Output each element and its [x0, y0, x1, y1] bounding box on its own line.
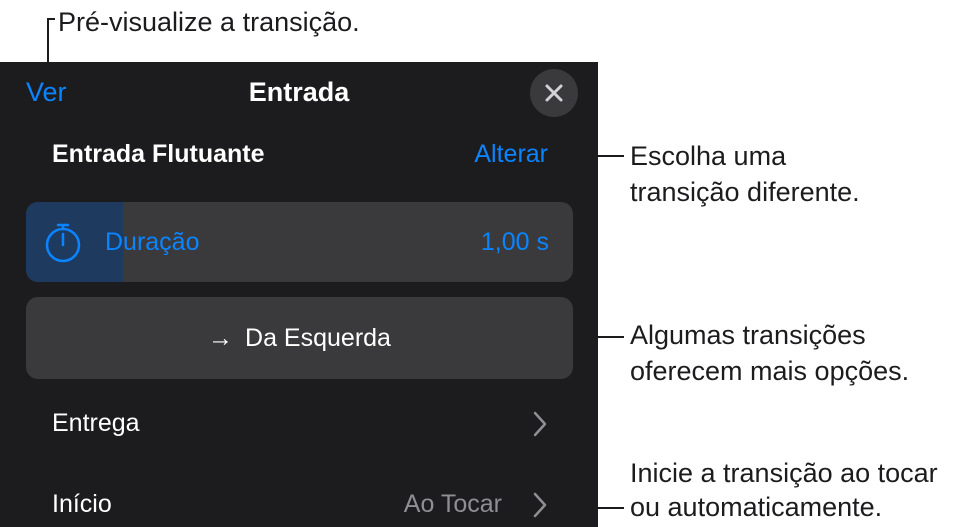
chevron-right-icon: [533, 411, 547, 437]
start-row[interactable]: Início Ao Tocar: [0, 475, 598, 527]
chevron-right-icon: [533, 492, 547, 518]
callout-start-line2: ou automaticamente.: [630, 492, 883, 522]
effect-name: Entrada Flutuante: [52, 140, 265, 168]
callout-preview: Pré-visualize a transição.: [58, 7, 360, 37]
change-button[interactable]: Alterar: [474, 140, 548, 169]
callout-change-line1: Escolha uma: [630, 141, 787, 171]
delivery-row[interactable]: Entrega: [0, 394, 598, 454]
callout-preview-tick: [47, 18, 55, 20]
direction-button[interactable]: → Da Esquerda: [26, 297, 573, 379]
direction-label: Da Esquerda: [245, 323, 391, 352]
callout-options-line1: Algumas transições: [630, 320, 866, 350]
panel-title: Entrada: [248, 77, 350, 107]
close-icon: [545, 84, 563, 102]
callout-options-line2: oferecem mais opções.: [630, 356, 910, 386]
callout-start-line1: Inicie a transição ao tocar: [630, 458, 938, 488]
arrow-right-icon: →: [208, 323, 234, 352]
duration-slider[interactable]: Duração 1,00 s: [26, 202, 573, 282]
callout-change-line2: transição diferente.: [630, 177, 860, 207]
duration-value: 1,00 s: [480, 228, 549, 256]
start-label: Início: [52, 490, 112, 518]
delivery-label: Entrega: [52, 409, 140, 437]
close-button[interactable]: [530, 69, 578, 117]
duration-label: Duração: [105, 228, 200, 256]
transition-panel: Ver Entrada Entrada Flutuante Alterar Du…: [0, 62, 598, 527]
start-value: Ao Tocar: [403, 490, 502, 518]
stopwatch-icon: [45, 223, 81, 263]
